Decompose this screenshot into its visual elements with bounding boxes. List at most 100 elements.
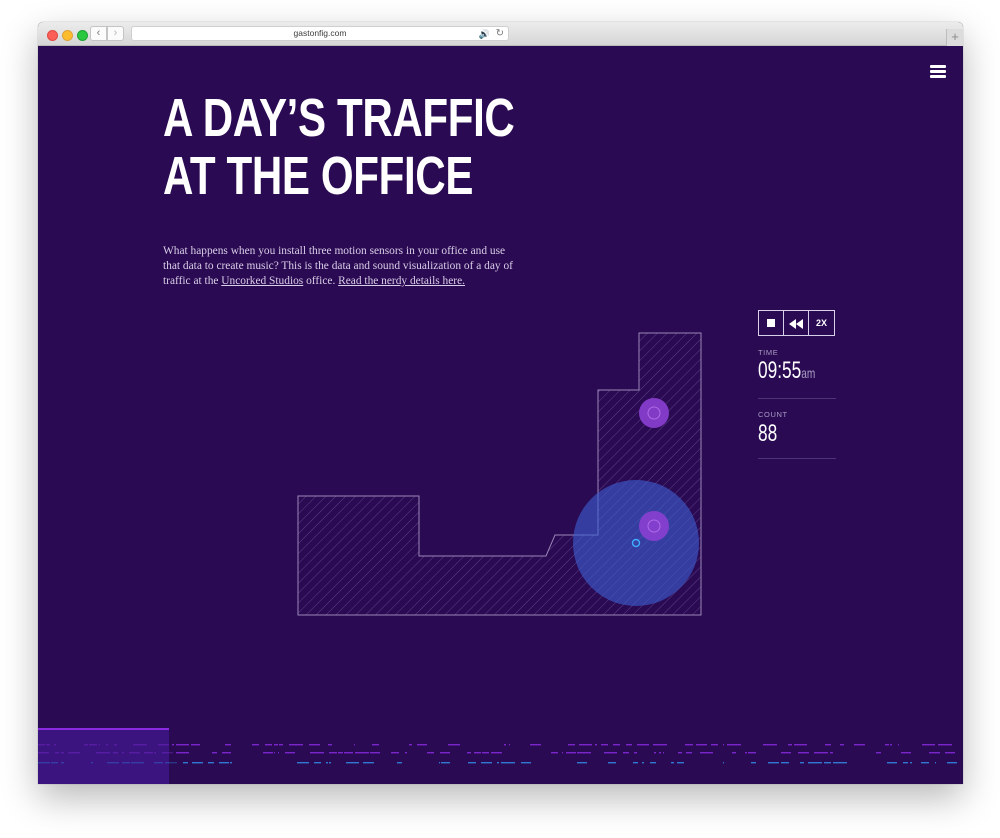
count-label: COUNT xyxy=(758,410,788,419)
timeline-tick xyxy=(474,752,481,754)
hamburger-line xyxy=(930,70,946,73)
timeline-tick xyxy=(509,744,510,746)
timeline-tick xyxy=(219,762,229,764)
timeline-tick xyxy=(176,744,189,746)
timeline-tick xyxy=(113,752,118,754)
nerdy-details-link[interactable]: Read the nerdy details here. xyxy=(338,275,465,287)
timeline-tick xyxy=(854,744,865,746)
time-value: 09:55am xyxy=(758,359,815,385)
timeline-tick xyxy=(788,744,792,746)
timeline-tick xyxy=(637,744,649,746)
timeline-tick xyxy=(677,762,684,764)
timeline-tick xyxy=(890,744,892,746)
timeline-tick xyxy=(608,762,616,764)
timeline-progress-edge xyxy=(38,728,169,730)
timeline-tick xyxy=(328,744,332,746)
stop-button[interactable] xyxy=(758,310,784,336)
timeline-tick xyxy=(54,744,56,746)
timeline-tick xyxy=(711,744,718,746)
timeline-tick xyxy=(901,752,911,754)
rewind-button[interactable] xyxy=(783,310,809,336)
timeline-tick xyxy=(887,762,897,764)
timeline-tick xyxy=(938,744,952,746)
stop-icon xyxy=(767,318,775,327)
maximize-window-button[interactable] xyxy=(77,30,88,41)
timeline-tick xyxy=(263,752,273,754)
speaker-icon[interactable]: 🔊 xyxy=(479,28,490,40)
uncorked-studios-link[interactable]: Uncorked Studios xyxy=(221,275,303,287)
timeline-tick xyxy=(504,744,506,746)
timeline-tick xyxy=(723,744,724,746)
timeline-tick xyxy=(355,752,369,754)
timeline-tick xyxy=(947,762,957,764)
timeline-tick xyxy=(162,752,173,754)
timeline-progress xyxy=(38,728,169,784)
chevron-left-icon: ‹ xyxy=(96,27,101,39)
timeline-tick xyxy=(144,752,153,754)
time-label: TIME xyxy=(758,348,779,357)
timeline-tick xyxy=(51,762,58,764)
timeline-tick xyxy=(84,744,88,746)
timeline-tick xyxy=(482,752,489,754)
browser-titlebar: ‹ › gastonfig.com 🔊 ↻ + xyxy=(38,22,963,46)
address-bar[interactable]: gastonfig.com 🔊 ↻ xyxy=(131,26,509,41)
timeline-tick xyxy=(405,752,407,754)
minimize-window-button[interactable] xyxy=(62,30,73,41)
timeline-tick xyxy=(372,744,379,746)
timeline-tick xyxy=(732,752,736,754)
timeline-tick xyxy=(192,762,203,764)
close-window-button[interactable] xyxy=(47,30,58,41)
timeline-tick xyxy=(133,744,147,746)
speed-toggle-button[interactable]: 2X xyxy=(808,310,835,336)
page-title: A DAY’S TRAFFIC AT THE OFFICE xyxy=(163,89,515,206)
timeline-tick xyxy=(409,744,412,746)
timeline-tick xyxy=(642,762,644,764)
browser-window: ‹ › gastonfig.com 🔊 ↻ + A DAY’S TRAFFIC … xyxy=(38,22,963,784)
timeline-tick xyxy=(562,752,563,754)
timeline-tick xyxy=(309,744,320,746)
timeline-tick xyxy=(530,744,541,746)
timeline-tick xyxy=(448,744,460,746)
timeline-tick xyxy=(814,752,828,754)
timeline-tick xyxy=(106,744,108,746)
forward-button[interactable]: › xyxy=(107,26,124,41)
office-floorplan xyxy=(297,332,702,616)
timeline-tick xyxy=(265,744,272,746)
timeline-tick xyxy=(601,744,608,746)
timeline-tick xyxy=(521,762,531,764)
timeline-tick xyxy=(129,752,140,754)
timeline-tick xyxy=(326,762,328,764)
traffic-timeline[interactable] xyxy=(38,728,963,784)
hamburger-line xyxy=(930,75,946,78)
timeline-tick xyxy=(623,752,629,754)
timeline-tick xyxy=(91,762,93,764)
timeline-tick xyxy=(696,744,707,746)
timeline-tick xyxy=(604,752,617,754)
timeline-tick xyxy=(671,762,674,764)
timeline-tick xyxy=(685,744,693,746)
time-ampm: am xyxy=(801,365,816,381)
timeline-tick xyxy=(910,762,912,764)
new-tab-button[interactable]: + xyxy=(946,29,963,46)
timeline-tick xyxy=(678,752,682,754)
back-button[interactable]: ‹ xyxy=(90,26,107,41)
timeline-tick xyxy=(794,744,807,746)
reload-icon[interactable]: ↻ xyxy=(496,27,504,40)
timeline-tick xyxy=(653,744,667,746)
timeline-tick xyxy=(751,762,756,764)
timeline-tick xyxy=(329,762,331,764)
sensor-activity-blue xyxy=(573,480,699,606)
timeline-tick xyxy=(208,762,214,764)
timeline-tick xyxy=(222,752,231,754)
timeline-tick xyxy=(467,752,471,754)
timeline-tick xyxy=(279,744,283,746)
timeline-tick xyxy=(96,752,110,754)
timeline-tick xyxy=(824,762,831,764)
timeline-tick xyxy=(61,762,64,764)
intro-paragraph: What happens when you install three moti… xyxy=(163,244,523,290)
sensor-pulse-top xyxy=(639,398,669,428)
hamburger-icon[interactable] xyxy=(930,65,946,78)
timeline-tick xyxy=(833,762,847,764)
timeline-tick xyxy=(921,762,929,764)
page-title-line2: AT THE OFFICE xyxy=(163,146,474,206)
